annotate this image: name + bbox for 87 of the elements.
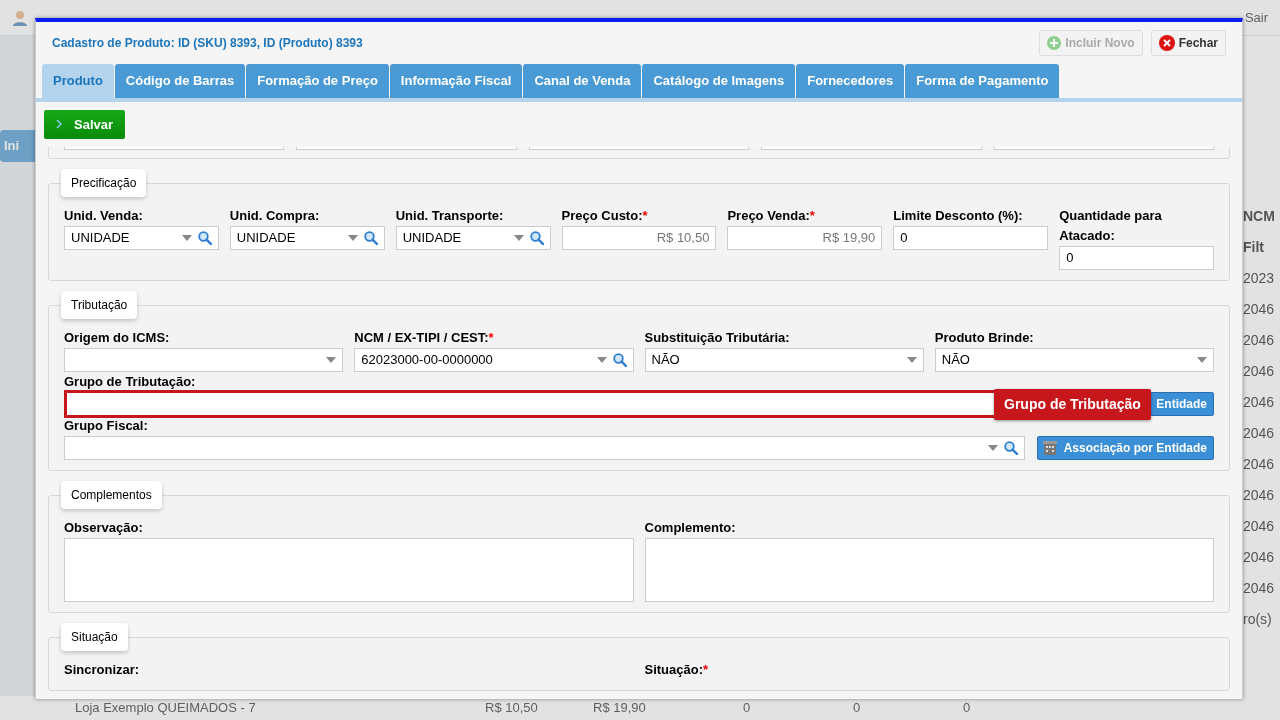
building-icon — [1041, 440, 1058, 456]
search-icon — [529, 231, 544, 245]
search-select-field[interactable]: UNIDADE — [229, 226, 385, 250]
user-icon — [12, 9, 28, 26]
dropdown-caret-icon — [513, 235, 524, 241]
input-field[interactable]: 0 — [1059, 246, 1214, 270]
field-label: NCM / EX-TIPI / CEST:* — [354, 329, 495, 347]
logout-link[interactable]: Sair — [1244, 7, 1268, 28]
plus-icon — [1047, 36, 1062, 50]
close-button[interactable]: Fechar — [1150, 30, 1226, 56]
tooltip: Grupo de Tributação — [994, 389, 1151, 420]
close-icon — [1158, 35, 1175, 51]
table-cell-text: 2046 — [1243, 331, 1276, 350]
table-cell-text: 2046 — [1243, 393, 1276, 412]
tab[interactable]: Código de Barras — [114, 64, 246, 98]
input-field[interactable]: 0 — [893, 226, 1049, 250]
field-label: Limite Desconto (%): — [893, 207, 1024, 225]
table-cell-text: 0 — [853, 698, 862, 717]
select-field[interactable]: NÃO — [934, 348, 1214, 372]
record-count: ro(s) — [1243, 610, 1273, 629]
dropdown-caret-icon — [988, 445, 998, 451]
field-label: Substituição Tributária: — [644, 329, 791, 347]
field-label: Quantidade para Atacado: — [1059, 207, 1163, 245]
field-label: Unid. Transporte: — [395, 207, 505, 225]
table-cell-text: 2046 — [1243, 424, 1276, 443]
section-title: Precificação — [61, 169, 147, 197]
field-label: Complemento: — [644, 519, 737, 537]
section-title: Situação — [61, 623, 128, 651]
search-select-field[interactable]: 62023000-00-0000000 — [354, 348, 634, 372]
table-cell-text: 2046 — [1243, 548, 1276, 567]
table-cell-text: Loja Exemplo QUEIMADOS - 7 — [75, 698, 257, 717]
section-title: Complementos — [61, 481, 162, 509]
field-label: Grupo de Tributação: — [64, 373, 197, 391]
tab[interactable]: Catálogo de Imagens — [642, 64, 796, 98]
price-field: R$ 19,90 — [727, 226, 883, 250]
field-label: Unid. Compra: — [229, 207, 321, 225]
search-select-field[interactable]: UNIDADE — [64, 226, 219, 250]
tab[interactable]: Fornecedores — [796, 64, 905, 98]
search-icon — [197, 231, 212, 245]
field-label: Grupo Fiscal: — [64, 417, 149, 435]
search-select-field[interactable] — [64, 436, 1025, 460]
table-cell-text: 2046 — [1243, 362, 1276, 381]
table-cell-text: 2046 — [1243, 486, 1276, 505]
chevron-right-icon — [56, 119, 62, 130]
table-cell-text: 2046 — [1243, 300, 1276, 319]
dropdown-caret-icon — [1197, 357, 1207, 363]
dropdown-caret-icon — [596, 357, 607, 363]
table-cell-text: 2046 — [1243, 455, 1276, 474]
dropdown-caret-icon — [181, 235, 192, 241]
section-title: Tributação — [61, 291, 138, 319]
table-cell-text: R$ 10,50 — [485, 698, 539, 717]
tab[interactable]: Produto — [42, 64, 114, 98]
table-cell-text: 0 — [743, 698, 752, 717]
column-header: NCM — [1243, 207, 1276, 226]
table-cell-text: 2046 — [1243, 579, 1276, 598]
field-label: Preço Custo:* — [561, 207, 649, 225]
price-field: R$ 10,50 — [561, 226, 717, 250]
field-label: Sincronizar: — [64, 661, 141, 679]
search-icon — [363, 231, 378, 245]
table-cell-text: 2023 — [1243, 269, 1276, 288]
field-label: Observação: — [64, 519, 144, 537]
table-cell-text: 0 — [963, 698, 972, 717]
text-area[interactable] — [64, 538, 634, 602]
field-label: Situação:* — [644, 661, 710, 679]
text-area[interactable] — [644, 538, 1214, 602]
dialog-title: Cadastro de Produto: ID (SKU) 8393, ID (Produto) 8393 — [52, 35, 363, 52]
dropdown-caret-icon — [347, 235, 358, 241]
select-field[interactable] — [64, 348, 344, 372]
dropdown-caret-icon — [906, 357, 917, 363]
tab[interactable]: Forma de Pagamento — [905, 64, 1060, 98]
field-label: Origem do ICMS: — [64, 329, 171, 347]
table-cell-text: 2046 — [1243, 517, 1276, 536]
field-label: Preço Venda:* — [727, 207, 816, 225]
select-field[interactable]: NÃO — [644, 348, 924, 372]
tab[interactable]: Informação Fiscal — [389, 64, 523, 98]
field-label: Unid. Venda: — [64, 207, 144, 225]
search-icon — [1004, 441, 1018, 455]
save-button[interactable]: Salvar — [44, 109, 126, 139]
field-label: Produto Brinde: — [934, 329, 1035, 347]
dropdown-caret-icon — [326, 357, 337, 363]
association-button[interactable]: Associação por Entidade — [1037, 436, 1214, 460]
tab[interactable]: Canal de Venda — [523, 64, 642, 98]
filter-field[interactable]: Filt — [1243, 237, 1280, 268]
search-icon — [612, 353, 627, 367]
search-select-field[interactable]: UNIDADE — [395, 226, 551, 250]
tab[interactable]: Formação de Preço — [246, 64, 389, 98]
table-cell-text: R$ 19,90 — [593, 698, 647, 717]
